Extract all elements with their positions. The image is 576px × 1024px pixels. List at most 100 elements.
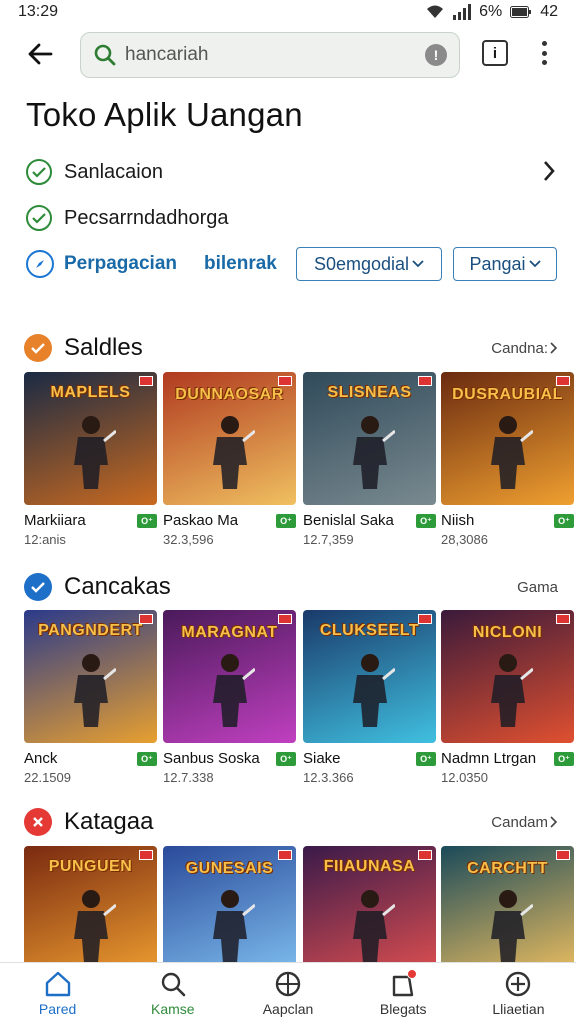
app-art-title: SLISNEAS bbox=[327, 384, 412, 401]
close-x-icon bbox=[24, 808, 52, 836]
install-tag-icon[interactable]: O⁺ bbox=[416, 514, 436, 528]
compass-icon bbox=[26, 250, 54, 278]
check-circle-icon bbox=[26, 159, 52, 185]
info-button[interactable]: i bbox=[482, 40, 508, 66]
nav-item-add[interactable]: Lliaetian bbox=[461, 963, 576, 1024]
app-card[interactable]: DUSRAUBIAL Niish 28,3086 O⁺ bbox=[441, 372, 574, 552]
section-more-label: Gama bbox=[517, 578, 558, 596]
rating-badge-icon bbox=[556, 850, 570, 860]
more-dot-icon bbox=[541, 41, 547, 46]
rating-badge-icon bbox=[139, 376, 153, 386]
install-tag-icon[interactable]: O⁺ bbox=[276, 752, 296, 766]
setting-row-label: Pecsarrndadhorga bbox=[64, 206, 229, 229]
rating-badge-icon bbox=[418, 376, 432, 386]
setting-row-1[interactable]: Sanlacaion bbox=[26, 154, 556, 190]
section-title: Cancakas bbox=[64, 573, 171, 600]
home-icon bbox=[45, 971, 70, 997]
filter-chip-1[interactable]: S0emgodial bbox=[296, 247, 442, 281]
app-thumbnail: PUNGUEN bbox=[24, 846, 157, 979]
app-download-count: 12.0350 bbox=[441, 770, 488, 785]
app-art-title: PUNGUEN bbox=[48, 858, 133, 875]
app-name: Markiiara bbox=[24, 512, 86, 529]
section-header: Katagaa Candam bbox=[24, 806, 558, 838]
back-button[interactable] bbox=[20, 34, 60, 74]
more-options-button[interactable] bbox=[530, 38, 558, 68]
app-download-count: 12.7.338 bbox=[163, 770, 214, 785]
voice-info-icon[interactable]: ! bbox=[425, 44, 447, 66]
app-download-count: 12:anis bbox=[24, 532, 66, 547]
install-tag-icon[interactable]: O⁺ bbox=[137, 514, 157, 528]
nav-label: Aapclan bbox=[262, 1001, 314, 1017]
install-tag-icon[interactable]: O⁺ bbox=[554, 752, 574, 766]
app-art-title: CLUKSEELT bbox=[319, 622, 420, 639]
chevron-down-icon bbox=[412, 260, 424, 268]
section-more-link[interactable]: Gama bbox=[517, 579, 558, 596]
app-art-title: MARAGNAT bbox=[181, 624, 278, 641]
hero-figure bbox=[66, 887, 117, 965]
section-more-link[interactable]: Candna: bbox=[491, 340, 558, 357]
rating-badge-icon bbox=[556, 376, 570, 386]
filter-chip-label: S0emgodial bbox=[313, 253, 410, 274]
wifi-icon bbox=[427, 5, 444, 18]
app-download-count: 32.3,596 bbox=[163, 532, 214, 547]
app-card[interactable]: NICLONI Nadmn Ltrgan 12.0350 O⁺ bbox=[441, 610, 574, 790]
app-card[interactable]: CLUKSEELT Siake 12.3.366 O⁺ bbox=[303, 610, 436, 790]
check-circle-icon bbox=[26, 205, 52, 231]
app-thumbnail: SLISNEAS bbox=[303, 372, 436, 505]
app-art-title: CARCHTT bbox=[467, 860, 548, 877]
nav-item-library[interactable]: Blegats bbox=[346, 963, 461, 1024]
hero-figure bbox=[205, 887, 256, 965]
app-name: Niish bbox=[441, 512, 475, 529]
battery-percent: 6% bbox=[479, 3, 503, 20]
app-card[interactable]: MAPLELS Markiiara 12:anis O⁺ bbox=[24, 372, 157, 552]
app-card[interactable]: SLISNEAS Benislal Saka 12.7,359 O⁺ bbox=[303, 372, 436, 552]
hero-figure bbox=[205, 651, 256, 729]
app-art-title: NICLONI bbox=[472, 624, 543, 641]
app-thumbnail: MAPLELS bbox=[24, 372, 157, 505]
app-card[interactable]: PANGNDERT Anck 22.1509 O⁺ bbox=[24, 610, 157, 790]
filter-chip-2[interactable]: Pangai bbox=[453, 247, 557, 281]
install-tag-icon[interactable]: O⁺ bbox=[137, 752, 157, 766]
app-thumbnail: CLUKSEELT bbox=[303, 610, 436, 743]
install-tag-icon[interactable]: O⁺ bbox=[416, 752, 436, 766]
arrow-left-icon bbox=[28, 43, 53, 65]
globe-icon bbox=[275, 971, 301, 997]
app-thumbnail: DUNNAOSAR bbox=[163, 372, 296, 505]
app-name: Nadmn Ltrgan bbox=[441, 750, 537, 767]
section-header: Saldles Candna: bbox=[24, 332, 558, 364]
app-thumbnail: PANGNDERT bbox=[24, 610, 157, 743]
hero-figure bbox=[345, 887, 396, 965]
search-box[interactable]: ! bbox=[80, 32, 460, 78]
setting-row-label: Sanlacaion bbox=[64, 160, 163, 183]
rating-badge-icon bbox=[278, 850, 292, 860]
install-tag-icon[interactable]: O⁺ bbox=[554, 514, 574, 528]
search-icon bbox=[94, 44, 116, 66]
info-icon: i bbox=[492, 44, 498, 62]
nav-item-search[interactable]: Kamse bbox=[115, 963, 230, 1024]
app-thumbnail: CARCHTT bbox=[441, 846, 574, 979]
hero-figure bbox=[483, 651, 534, 729]
app-download-count: 12.7,359 bbox=[303, 532, 354, 547]
app-thumbnail: GUNESAIS bbox=[163, 846, 296, 979]
app-art-title: DUSRAUBIAL bbox=[452, 386, 563, 403]
battery-icon bbox=[510, 6, 532, 18]
section-more-link[interactable]: Candam bbox=[491, 814, 558, 831]
top-app-bar: ! i bbox=[0, 30, 576, 78]
nav-label: Blegats bbox=[379, 1001, 427, 1017]
nav-item-home[interactable]: Pared bbox=[0, 963, 115, 1024]
chevron-right-icon bbox=[550, 342, 558, 354]
rating-badge-icon bbox=[278, 614, 292, 624]
install-tag-icon[interactable]: O⁺ bbox=[276, 514, 296, 528]
signal-text: 42 bbox=[540, 3, 558, 20]
app-card[interactable]: MARAGNAT Sanbus Soska 12.7.338 O⁺ bbox=[163, 610, 296, 790]
app-download-count: 22.1509 bbox=[24, 770, 71, 785]
search-input[interactable] bbox=[125, 44, 425, 66]
rating-badge-icon bbox=[278, 376, 292, 386]
setting-row-2[interactable]: Pecsarrndadhorga bbox=[26, 200, 556, 236]
hero-figure bbox=[483, 413, 534, 491]
nav-item-apps[interactable]: Aapclan bbox=[230, 963, 345, 1024]
app-name: Benislal Saka bbox=[303, 512, 394, 529]
filter-secondary[interactable]: bilenrak bbox=[204, 253, 277, 275]
filter-primary[interactable]: Perpagacian bbox=[64, 253, 177, 275]
app-card[interactable]: DUNNAOSAR Paskao Ma 32.3,596 O⁺ bbox=[163, 372, 296, 552]
